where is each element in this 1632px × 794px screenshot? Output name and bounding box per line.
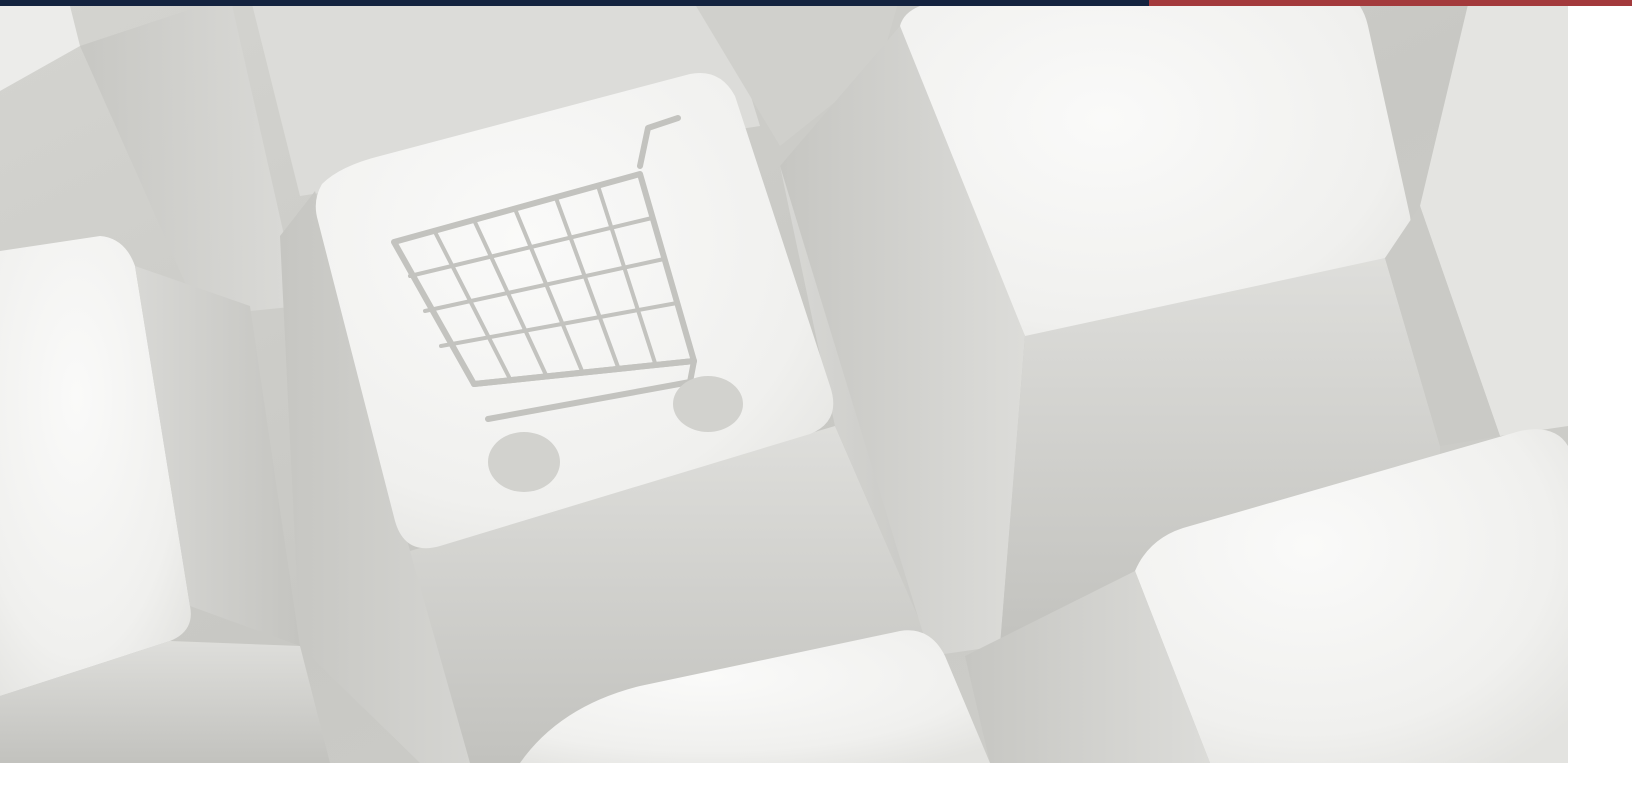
- top-bar-red-segment: [1149, 0, 1632, 6]
- top-accent-bar: [0, 0, 1632, 6]
- cart-wheel-left: [488, 432, 560, 492]
- cart-wheel-right: [673, 376, 743, 432]
- bottom-margin: [0, 763, 1632, 794]
- top-bar-navy-segment: [0, 0, 1149, 6]
- keyboard-keys-illustration: [0, 6, 1568, 763]
- page: [0, 0, 1632, 794]
- right-margin: [1568, 6, 1632, 794]
- hero-image: [0, 6, 1568, 763]
